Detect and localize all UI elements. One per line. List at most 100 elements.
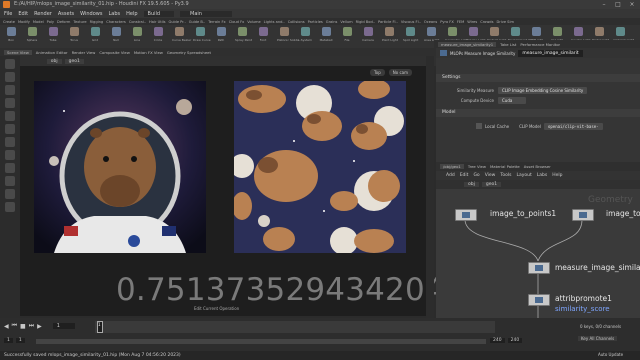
net-path-obj[interactable]: obj bbox=[464, 182, 479, 187]
tab-motion-fx-view[interactable]: Motion FX View bbox=[134, 50, 163, 55]
shelf-tab[interactable]: Terrain Fx bbox=[208, 20, 226, 24]
menu-labs[interactable]: Labs bbox=[108, 11, 120, 17]
tab-tree-view[interactable]: Tree View bbox=[468, 164, 486, 169]
shelf-tab[interactable]: Volume bbox=[247, 20, 260, 24]
clip-model-field[interactable]: openai/clip-vit-base- bbox=[543, 122, 603, 130]
stop-icon[interactable]: ■ bbox=[20, 323, 26, 330]
tab-geometry-spreadsheet[interactable]: Geometry Spreadsheet bbox=[167, 50, 211, 55]
shelf-tool-camera[interactable]: Camera bbox=[361, 27, 375, 47]
shelf-tool-curve-bezier[interactable]: Curve Bezier bbox=[172, 27, 191, 47]
menu-render[interactable]: Render bbox=[34, 11, 52, 17]
render-tool-icon[interactable] bbox=[5, 202, 15, 212]
shelf-tab[interactable]: Modify bbox=[18, 20, 30, 24]
shelf-tab[interactable]: Cloud Fx bbox=[229, 20, 245, 24]
path-geo1[interactable]: geo1 bbox=[64, 58, 84, 64]
magnet-tool-icon[interactable] bbox=[5, 176, 15, 186]
shelf-tool-l-system[interactable]: L-System bbox=[298, 27, 312, 47]
tab-animation-editor[interactable]: Animation Editor bbox=[36, 50, 68, 55]
net-menu-view[interactable]: View bbox=[485, 173, 496, 178]
shelf-tab[interactable]: Guide B.. bbox=[189, 20, 205, 24]
key-all-channels-button[interactable]: Key All Channels bbox=[578, 336, 618, 341]
net-menu-labs[interactable]: Labs bbox=[537, 173, 547, 178]
shelf-tab[interactable]: Particle Fl.. bbox=[378, 20, 398, 24]
scale-tool-icon[interactable] bbox=[5, 98, 15, 108]
shelf-tab[interactable]: Vellum bbox=[340, 20, 352, 24]
move-tool-icon[interactable] bbox=[5, 72, 15, 82]
shelf-tab[interactable]: Lights and.. bbox=[264, 20, 285, 24]
shelf-tab[interactable]: Collisions bbox=[288, 20, 305, 24]
play-icon[interactable]: ▶ bbox=[37, 323, 42, 330]
shelf-tool-spot-light[interactable]: Spot Light bbox=[403, 27, 418, 47]
close-button[interactable]: × bbox=[626, 0, 638, 9]
timeline-ruler[interactable]: 1 bbox=[95, 321, 495, 333]
path-obj[interactable]: obj bbox=[46, 58, 62, 64]
shelf-tab[interactable]: Texture bbox=[73, 20, 86, 24]
model-section[interactable]: Model bbox=[436, 109, 640, 117]
range-start-field-b[interactable]: 1 bbox=[15, 338, 25, 343]
settings-section[interactable]: Settings bbox=[436, 74, 640, 82]
shelf-tab[interactable]: Pyro FX bbox=[440, 20, 454, 24]
main-desktop-select[interactable]: Main bbox=[180, 10, 232, 17]
node-attribpromote1[interactable] bbox=[528, 294, 550, 306]
menu-file[interactable]: File bbox=[4, 11, 12, 17]
shelf-tool-line[interactable]: Line bbox=[130, 27, 144, 47]
shelf-tab[interactable]: Grains bbox=[326, 20, 338, 24]
step-forward-icon[interactable]: ⏭ bbox=[29, 322, 34, 330]
tab-measure-param[interactable]: measure_image_similarity1 bbox=[438, 41, 497, 47]
handle-tool-icon[interactable] bbox=[5, 111, 15, 121]
view-tool-icon[interactable] bbox=[5, 137, 15, 147]
net-menu-layout[interactable]: Layout bbox=[516, 173, 531, 178]
shelf-tab[interactable]: Crowds bbox=[480, 20, 493, 24]
node-image-to-points2[interactable] bbox=[572, 209, 594, 221]
shelf-tool-circle[interactable]: Circle bbox=[151, 27, 165, 47]
menu-edit[interactable]: Edit bbox=[18, 11, 28, 17]
shelf-tool-platonic-solids[interactable]: Platonic Solids bbox=[277, 27, 299, 47]
pose-tool-icon[interactable] bbox=[5, 150, 15, 160]
tab-performance-monitor[interactable]: Performance Monitor bbox=[520, 42, 560, 47]
menu-help[interactable]: Help bbox=[126, 11, 137, 17]
shelf-tab[interactable]: Particles bbox=[308, 20, 323, 24]
select-tool-icon[interactable] bbox=[5, 59, 15, 69]
menu-assets[interactable]: Assets bbox=[58, 11, 74, 17]
shelf-tab[interactable]: Oceans bbox=[424, 20, 437, 24]
local-cache-checkbox[interactable] bbox=[476, 123, 482, 129]
net-menu-add[interactable]: Add bbox=[446, 173, 455, 178]
network-editor[interactable]: Geometry image_to_points1 image_to measu… bbox=[436, 189, 640, 318]
shelf-tab[interactable]: Drive Sim bbox=[496, 20, 514, 24]
auto-update-button[interactable]: Auto Update bbox=[598, 352, 623, 357]
tab-take-list[interactable]: Take List bbox=[500, 42, 516, 47]
net-menu-help[interactable]: Help bbox=[552, 173, 562, 178]
range-end-field-b[interactable]: 240 bbox=[507, 338, 523, 343]
shelf-tool-path[interactable]: Path bbox=[214, 27, 228, 47]
tab-scene-view[interactable]: Scene View bbox=[4, 49, 32, 55]
camera-select[interactable]: No cam bbox=[388, 69, 413, 76]
shelf-tool-file[interactable]: File bbox=[340, 27, 354, 47]
range-start-field[interactable]: 1 bbox=[4, 338, 13, 343]
net-menu-edit[interactable]: Edit bbox=[460, 173, 469, 178]
shelf-tool-torus[interactable]: Torus bbox=[67, 27, 81, 47]
node-image-to-points1[interactable] bbox=[455, 209, 477, 221]
shelf-tool-metaball[interactable]: Metaball bbox=[319, 27, 333, 47]
tab-asset-browser[interactable]: Asset Browser bbox=[524, 164, 551, 169]
shelf-tool-null[interactable]: Null bbox=[109, 27, 123, 47]
view-top-button[interactable]: Top bbox=[370, 69, 385, 76]
brush-tool-icon[interactable] bbox=[5, 124, 15, 134]
build-desktop-select[interactable]: Build bbox=[143, 10, 175, 17]
snap-tool-icon[interactable] bbox=[5, 163, 15, 173]
minimize-button[interactable]: – bbox=[598, 0, 610, 9]
shelf-tab[interactable]: Characters bbox=[106, 20, 126, 24]
tab-render-view[interactable]: Render View bbox=[72, 50, 96, 55]
shelf-tab[interactable]: Rigging bbox=[90, 20, 104, 24]
range-end-field[interactable]: 240 bbox=[490, 338, 505, 343]
grid-tool-icon[interactable] bbox=[5, 189, 15, 199]
current-frame-field[interactable]: 1 bbox=[52, 323, 75, 329]
shelf-tool-sphere[interactable]: Sphere bbox=[25, 27, 39, 47]
menu-windows[interactable]: Windows bbox=[80, 11, 102, 17]
tab-obj-geo1[interactable]: /obj/geo1 bbox=[440, 164, 464, 169]
shelf-tab[interactable]: Deform bbox=[57, 20, 70, 24]
net-menu-tools[interactable]: Tools bbox=[500, 173, 511, 178]
node-name-field[interactable]: measure_image_similarit bbox=[518, 49, 583, 57]
shelf-tab[interactable]: Poly bbox=[47, 20, 54, 24]
net-path-geo1[interactable]: geo1 bbox=[481, 182, 502, 187]
shelf-tool-draw-curve[interactable]: Draw Curve bbox=[193, 27, 211, 47]
